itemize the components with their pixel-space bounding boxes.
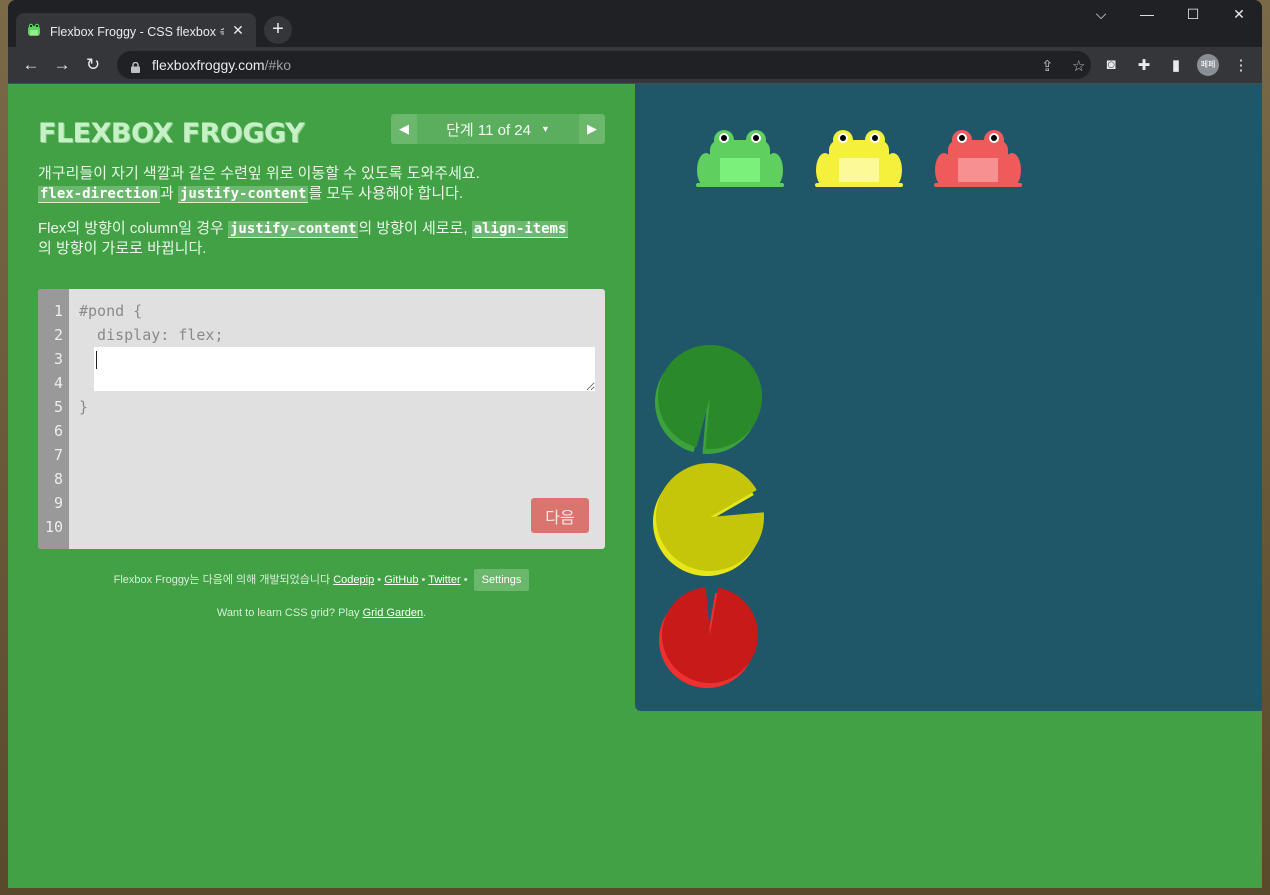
code-align-items: align-items: [471, 221, 569, 238]
url-path: /#ko: [264, 57, 292, 73]
lilypad-yellow: [653, 462, 764, 576]
code-justify-content: justify-content: [178, 186, 309, 203]
address-bar[interactable]: flexboxfroggy.com/#ko ⇪ ☆: [117, 51, 1091, 79]
next-button[interactable]: 다음: [531, 498, 589, 533]
line-numbers: 1 2 3 4 5 6 7 8 9 10: [38, 289, 69, 549]
tab-bar: Flexbox Froggy - CSS flexbox 속 ✕ + ⌵ — ☐…: [8, 0, 1262, 47]
line-number: 1: [53, 302, 63, 320]
line-number: 10: [44, 518, 63, 536]
instr-text: 의 방향이 세로로,: [358, 220, 468, 237]
menu-dots-icon[interactable]: ⋮: [1230, 56, 1252, 74]
separator: •: [463, 574, 468, 586]
code-line-5: }: [79, 398, 89, 416]
minimize-icon[interactable]: —: [1132, 6, 1162, 22]
next-level-icon[interactable]: ▶: [579, 114, 605, 144]
grid-garden-note: Want to learn CSS grid? Play Grid Garden…: [38, 607, 605, 619]
tab-flexbox-froggy[interactable]: Flexbox Froggy - CSS flexbox 속 ✕: [16, 13, 256, 47]
line-number: 5: [53, 398, 63, 416]
instructions: 개구리들이 자기 색깔과 같은 수련잎 위로 이동할 수 있도록 도와주세요. …: [38, 164, 605, 274]
code-line-1: #pond {: [79, 302, 143, 320]
credits-prefix: Flexbox Froggy는 다음에 의해 개발되었습니다: [113, 574, 331, 586]
window-close-icon[interactable]: ✕: [1224, 6, 1254, 23]
lock-icon: [131, 60, 140, 73]
page-title: FLEXBOX FROGGY: [38, 118, 305, 149]
maximize-icon[interactable]: ☐: [1178, 6, 1208, 23]
browser-toolbar: ← → ↻ flexboxfroggy.com/#ko ⇪ ☆ ◙ ✚ ▮ 페페…: [8, 47, 1262, 84]
instruction-paragraph-2: Flex의 방향이 column일 경우 justify-content 의 방향…: [38, 219, 605, 259]
code-flex-direction: flex-direction: [38, 186, 161, 203]
sidepanel-icon[interactable]: ▮: [1165, 56, 1187, 74]
github-link[interactable]: GitHub: [384, 574, 418, 586]
instr-text: 를 모두 사용해야 합니다.: [308, 185, 464, 202]
browser-window: Flexbox Froggy - CSS flexbox 속 ✕ + ⌵ — ☐…: [8, 0, 1262, 888]
frog-yellow: [815, 130, 903, 187]
instr-text: Flex의 방향이 column일 경우: [38, 220, 224, 237]
frog-green: [696, 130, 784, 187]
line-number: 3: [53, 350, 63, 368]
code-justify-content: justify-content: [227, 221, 359, 238]
line-number: 9: [53, 494, 63, 512]
text-caret: [96, 351, 97, 369]
grid-note-text: Want to learn CSS grid? Play: [216, 607, 360, 619]
instr-text: 과: [160, 185, 174, 202]
avatar[interactable]: 페페: [1197, 54, 1219, 76]
frog-red: [934, 130, 1022, 187]
settings-button[interactable]: Settings: [473, 569, 530, 591]
new-tab-button[interactable]: +: [264, 16, 292, 44]
url-host: flexboxfroggy.com: [152, 57, 265, 73]
back-arrow-icon[interactable]: ←: [20, 55, 42, 75]
page-viewport: FLEXBOX FROGGY ◀ 단계 11 of 24 ▼ ▶ 개구리들이 자…: [8, 84, 1262, 888]
caret-down-icon: ▼: [540, 124, 550, 134]
codepip-link[interactable]: Codepip: [333, 574, 374, 586]
grid-garden-link[interactable]: Grid Garden: [363, 607, 424, 619]
lilypad-red: [659, 587, 758, 689]
twitter-link[interactable]: Twitter: [428, 574, 460, 586]
line-number: 7: [53, 446, 63, 464]
css-input[interactable]: [94, 347, 595, 391]
star-icon[interactable]: ☆: [1072, 57, 1085, 75]
code-line-2: display: flex;: [79, 326, 224, 344]
url-text: flexboxfroggy.com/#ko: [152, 57, 291, 73]
reload-icon[interactable]: ↻: [82, 55, 104, 75]
chevron-down-icon[interactable]: ⌵: [1086, 6, 1116, 23]
tab-title: Flexbox Froggy - CSS flexbox 속: [50, 24, 224, 39]
line-number: 8: [53, 470, 63, 488]
css-editor: 1 2 3 4 5 6 7 8 9 10 #pond { display: fl…: [38, 289, 605, 549]
level-navigator: ◀ 단계 11 of 24 ▼ ▶: [391, 114, 605, 144]
lilypad-green: [654, 345, 762, 454]
pond-scene: [653, 130, 1022, 689]
credits: Flexbox Froggy는 다음에 의해 개발되었습니다 Codepip •…: [38, 569, 605, 591]
forward-arrow-icon[interactable]: →: [51, 55, 73, 75]
line-number: 2: [53, 326, 63, 344]
instruction-paragraph-1: 개구리들이 자기 색깔과 같은 수련잎 위로 이동할 수 있도록 도와주세요. …: [38, 164, 605, 204]
line-number: 6: [53, 422, 63, 440]
camera-icon[interactable]: ◙: [1100, 56, 1122, 73]
separator: •: [377, 574, 382, 586]
separator: •: [421, 574, 426, 586]
close-icon[interactable]: ✕: [230, 22, 246, 39]
line-number: 4: [53, 374, 63, 392]
period: .: [423, 607, 427, 619]
level-indicator[interactable]: 단계 11 of 24 ▼: [417, 114, 579, 144]
share-icon[interactable]: ⇪: [1041, 57, 1054, 75]
pond: [635, 84, 1262, 711]
instr-text: 의 방향이 가로로 바뀝니다.: [38, 240, 207, 257]
frog-favicon-icon: [26, 23, 42, 37]
extensions-icon[interactable]: ✚: [1133, 56, 1155, 74]
level-label: 단계 11 of 24: [446, 121, 531, 139]
instr-text: 개구리들이 자기 색깔과 같은 수련잎 위로 이동할 수 있도록 도와주세요.: [38, 165, 480, 182]
prev-level-icon[interactable]: ◀: [391, 114, 417, 144]
